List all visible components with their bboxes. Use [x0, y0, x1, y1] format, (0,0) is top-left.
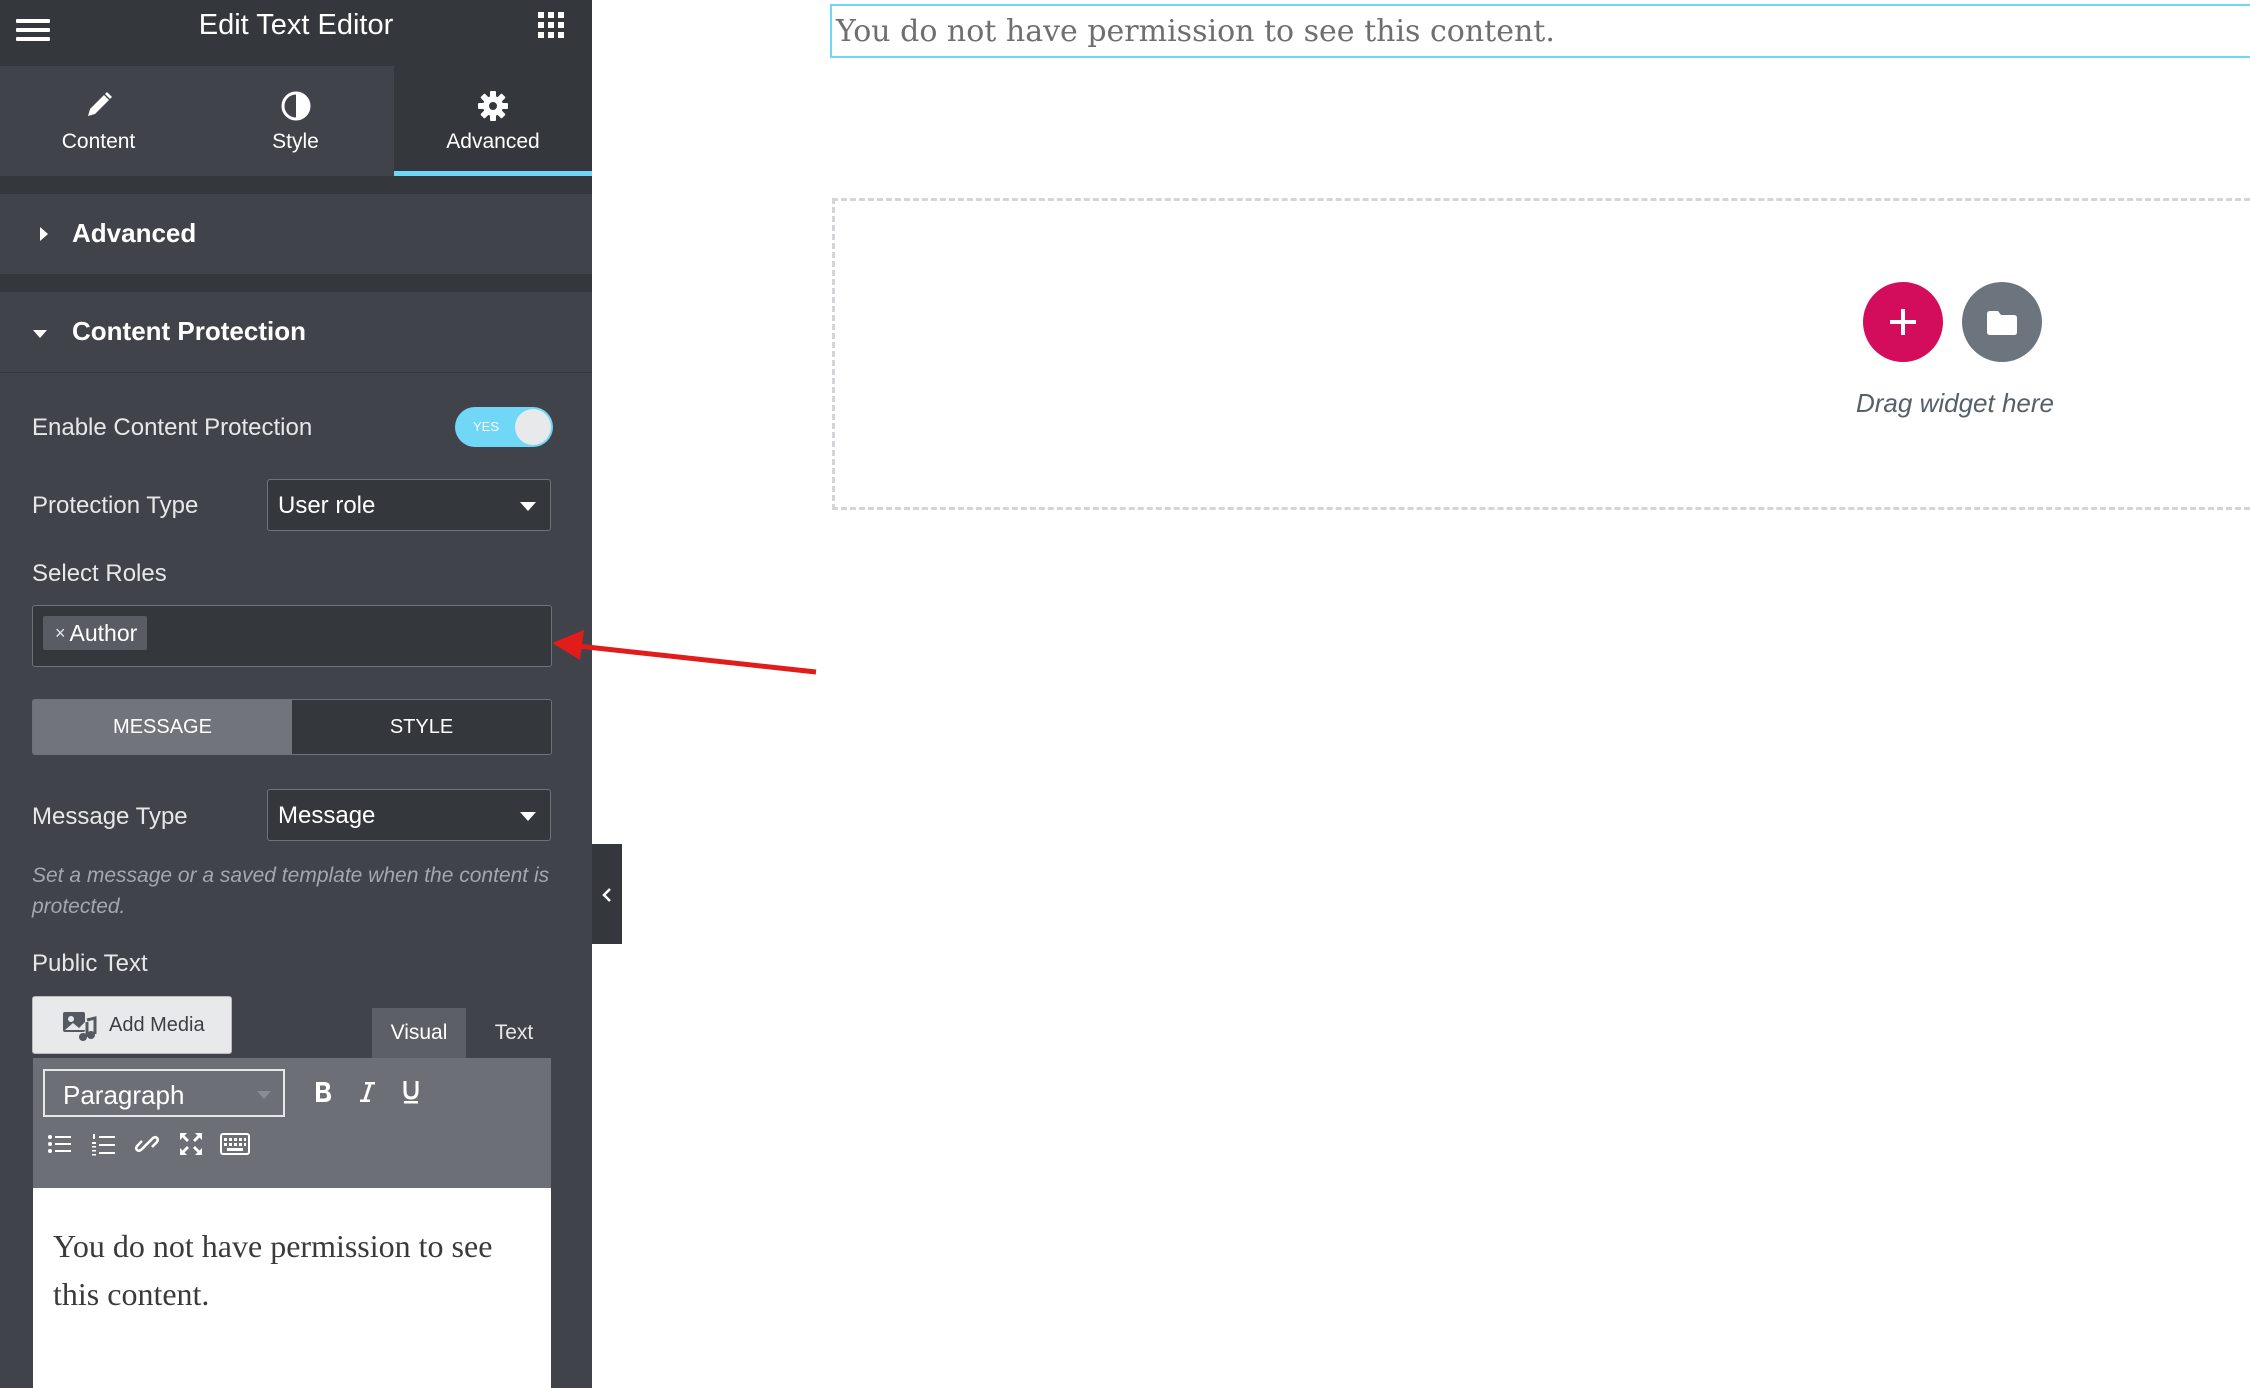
tab-content[interactable]: Content: [0, 66, 197, 176]
widgets-grid-icon[interactable]: [538, 12, 566, 40]
panel-title: Edit Text Editor: [198, 9, 394, 41]
section-divider: [0, 176, 592, 194]
editor-tab-text[interactable]: Text: [478, 1008, 550, 1058]
role-chip-label: Author: [69, 619, 138, 646]
editor-content-area[interactable]: You do not have permission to see this c…: [33, 1188, 551, 1388]
link-icon: [134, 1135, 160, 1153]
bold-icon: [316, 1082, 331, 1102]
protection-type-select[interactable]: User role: [267, 479, 551, 531]
add-media-label: Add Media: [109, 1014, 205, 1036]
message-type-hint: Set a message or a saved template when t…: [32, 864, 550, 918]
add-media-button[interactable]: Add Media: [32, 996, 232, 1054]
editor-panel: Edit Text Editor Content Style Advanced …: [0, 0, 592, 1388]
italic-icon: [360, 1082, 375, 1102]
tab-advanced-label: Advanced: [446, 130, 540, 153]
enable-protection-label: Enable Content Protection: [32, 414, 313, 441]
fullscreen-icon: [180, 1133, 202, 1155]
add-section-button[interactable]: [1863, 282, 1943, 362]
permission-message: You do not have permission to see this c…: [836, 14, 1555, 49]
gear-icon: [394, 90, 592, 124]
tab-content-label: Content: [61, 130, 136, 153]
select-roles-label: Select Roles: [32, 560, 167, 587]
role-chip-author: × Author: [43, 616, 148, 650]
message-style-switcher: MESSAGE STYLE: [32, 699, 552, 755]
editor-toolbar: Paragraph: [33, 1058, 551, 1188]
editor-body-text: You do not have permission to see this c…: [53, 1228, 493, 1312]
tab-advanced[interactable]: Advanced: [394, 66, 592, 176]
add-template-button[interactable]: [1962, 282, 2042, 362]
drag-widget-hint: Drag widget here: [1856, 388, 2054, 418]
pencil-icon: [0, 90, 197, 124]
numbered-list-icon: [92, 1134, 115, 1156]
switch-style[interactable]: STYLE: [292, 700, 551, 754]
underline-button[interactable]: [391, 1072, 431, 1112]
section-content-protection-label: Content Protection: [72, 316, 306, 346]
fullscreen-button[interactable]: [171, 1124, 211, 1164]
keyboard-icon: [220, 1133, 250, 1155]
enable-protection-toggle[interactable]: YES: [455, 407, 553, 447]
numbered-list-button[interactable]: [83, 1124, 123, 1164]
section-divider: [0, 274, 592, 292]
panel-header: Edit Text Editor: [0, 0, 592, 66]
chevron-down-icon: [257, 1091, 271, 1099]
section-advanced-label: Advanced: [72, 218, 197, 248]
tab-style-label: Style: [272, 130, 319, 153]
chevron-down-icon: [520, 812, 536, 821]
plus-icon: [1901, 309, 1905, 335]
italic-button[interactable]: [347, 1072, 387, 1112]
folder-icon: [1987, 311, 2017, 335]
roles-multiselect[interactable]: × Author: [32, 605, 552, 667]
toggle-yes-text: YES: [473, 419, 500, 434]
editor-tab-visual[interactable]: Visual: [372, 1008, 466, 1058]
media-icon: [63, 1012, 97, 1041]
panel-tabs: Content Style Advanced: [0, 66, 592, 176]
message-type-value: Message: [278, 802, 376, 829]
bold-button[interactable]: [303, 1072, 343, 1112]
annotation-arrow-icon: [552, 630, 817, 675]
chevron-left-icon: [602, 888, 611, 902]
message-type-label: Message Type: [32, 803, 188, 830]
collapse-panel-button[interactable]: [592, 844, 622, 944]
format-value: Paragraph: [63, 1080, 185, 1110]
underline-icon: [403, 1081, 419, 1104]
message-type-select[interactable]: Message: [267, 789, 551, 841]
protected-widget-preview[interactable]: You do not have permission to see this c…: [830, 4, 2250, 58]
protection-type-value: User role: [278, 492, 376, 519]
contrast-icon: [197, 90, 394, 124]
switch-message[interactable]: MESSAGE: [33, 700, 292, 754]
protection-type-label: Protection Type: [32, 492, 199, 519]
toolbar-toggle-button[interactable]: [215, 1124, 255, 1164]
bullet-list-icon: [48, 1135, 71, 1153]
caret-down-icon: [33, 330, 47, 338]
link-button[interactable]: [127, 1124, 167, 1164]
section-advanced[interactable]: Advanced: [0, 194, 592, 274]
widget-drop-zone[interactable]: [832, 198, 2250, 510]
section-content-protection[interactable]: Content Protection: [0, 292, 592, 373]
toggle-knob: [515, 409, 551, 445]
format-select[interactable]: Paragraph: [43, 1069, 285, 1117]
public-text-label: Public Text: [32, 950, 148, 977]
remove-icon[interactable]: ×: [55, 623, 66, 644]
caret-right-icon: [40, 227, 48, 241]
chevron-down-icon: [520, 502, 536, 511]
tab-style[interactable]: Style: [197, 66, 394, 176]
bullet-list-button[interactable]: [39, 1124, 79, 1164]
